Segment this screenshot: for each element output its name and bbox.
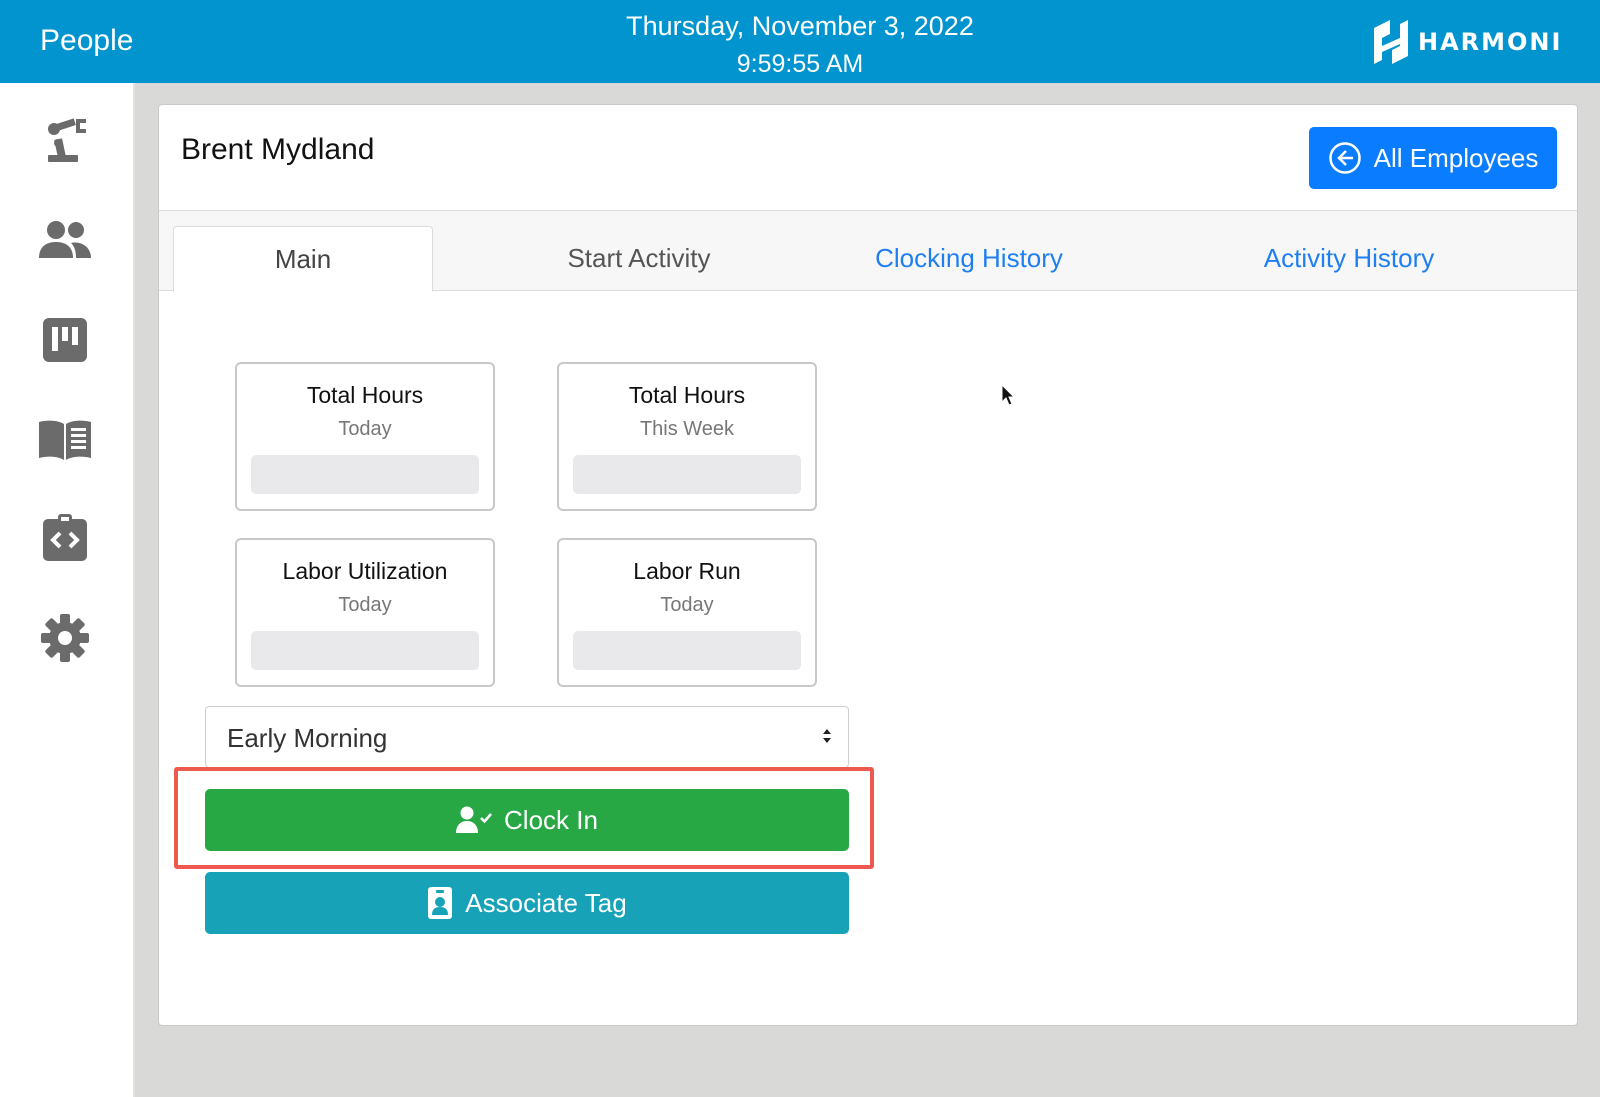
- logo-text: HARMONI: [1418, 28, 1563, 56]
- associate-tag-label: Associate Tag: [465, 887, 627, 918]
- tab-activity-history[interactable]: Activity History: [1229, 225, 1469, 291]
- stat-value-placeholder: [251, 631, 479, 670]
- tab-clocking-history[interactable]: Clocking History: [839, 225, 1099, 291]
- stat-value-placeholder: [251, 455, 479, 494]
- current-date: Thursday, November 3, 2022: [626, 11, 974, 41]
- stat-subtitle: Today: [660, 594, 714, 616]
- sidebar-item-people[interactable]: [33, 208, 97, 272]
- sidebar-item-developer[interactable]: [33, 506, 97, 570]
- stat-title: Labor Utilization: [282, 558, 448, 584]
- stat-value-placeholder: [573, 631, 801, 670]
- badge-code-icon: [43, 514, 87, 561]
- arrow-left-circle-icon: [1328, 142, 1361, 174]
- sidebar-item-board[interactable]: [33, 308, 97, 372]
- harmoni-logo: HARMONI: [1368, 16, 1562, 68]
- tab-start-activity[interactable]: Start Activity: [479, 225, 799, 291]
- stat-title: Labor Run: [633, 558, 741, 584]
- employee-card: Brent Mydland All Employees Main Start A…: [158, 104, 1578, 1026]
- sidebar-item-robot[interactable]: [33, 108, 97, 172]
- stat-total-hours-today: Total Hours Today: [235, 362, 495, 511]
- stat-title: Total Hours: [306, 382, 424, 408]
- stat-subtitle: Today: [338, 418, 392, 440]
- clock-in-button[interactable]: Clock In: [205, 789, 849, 851]
- top-header: People Thursday, November 3, 2022 9:59:5…: [0, 0, 1600, 83]
- clock-in-label: Clock In: [504, 804, 598, 835]
- card-header: Brent Mydland All Employees: [159, 105, 1577, 211]
- stat-labor-run: Labor Run Today: [557, 538, 817, 687]
- user-check-icon: [456, 806, 492, 833]
- gear-icon: [41, 614, 89, 662]
- select-arrows-icon: [823, 729, 831, 743]
- employee-name: Brent Mydland: [181, 133, 375, 166]
- shift-select-value: Early Morning: [227, 723, 388, 753]
- tab-main[interactable]: Main: [173, 226, 433, 292]
- sidebar: [0, 83, 135, 1097]
- book-icon: [39, 420, 91, 460]
- stat-labor-utilization: Labor Utilization Today: [235, 538, 495, 687]
- robot-arm-icon: [48, 118, 86, 162]
- sidebar-item-settings[interactable]: [33, 606, 97, 670]
- all-employees-label: All Employees: [1373, 142, 1539, 173]
- stat-value-placeholder: [573, 455, 801, 494]
- board-icon: [43, 318, 87, 362]
- current-time: 9:59:55 AM: [736, 50, 864, 78]
- stat-title: Total Hours: [628, 382, 746, 408]
- id-badge-icon: [428, 887, 453, 919]
- stat-subtitle: Today: [338, 594, 392, 616]
- people-icon: [39, 221, 91, 258]
- sidebar-item-manual[interactable]: [33, 408, 97, 472]
- stat-total-hours-week: Total Hours This Week: [557, 362, 817, 511]
- stat-subtitle: This Week: [639, 418, 735, 440]
- shift-select[interactable]: Early Morning: [205, 706, 849, 768]
- mouse-cursor-icon: [1001, 384, 1016, 406]
- associate-tag-button[interactable]: Associate Tag: [205, 872, 849, 934]
- all-employees-button[interactable]: All Employees: [1309, 127, 1557, 189]
- harmoni-logo-icon: [1374, 20, 1408, 64]
